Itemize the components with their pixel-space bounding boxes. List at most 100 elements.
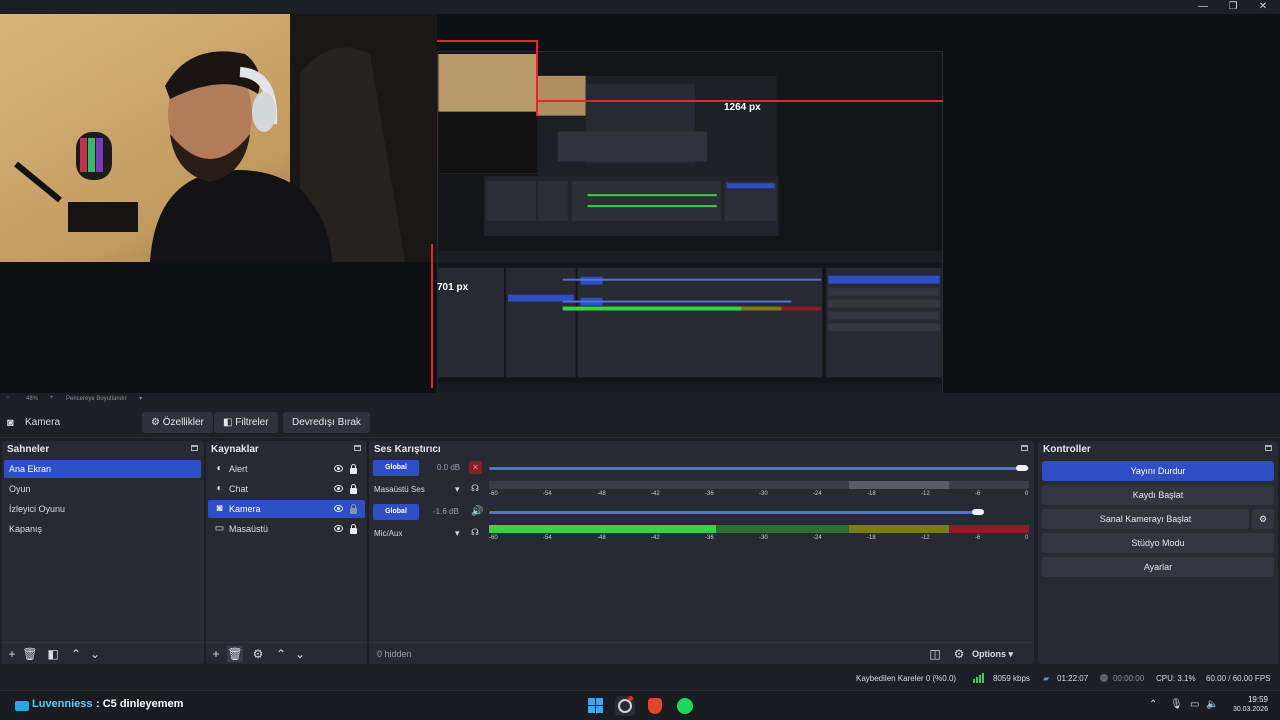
volume-slider[interactable] [489, 467, 1029, 470]
undock-icon[interactable] [354, 445, 361, 451]
undock-icon[interactable] [191, 445, 198, 451]
layout-toggle-icon[interactable]: ◫ [927, 646, 943, 662]
filter-icon[interactable]: ◧ [45, 646, 61, 662]
global-button[interactable]: Global [373, 504, 419, 520]
lock-icon[interactable] [350, 484, 357, 494]
virtual-camera-button[interactable]: Sanal Kamerayı Başlat [1042, 509, 1249, 529]
close-icon[interactable]: ✕ [1248, 0, 1278, 14]
record-time: 00:00:00 [1113, 674, 1145, 683]
move-up-icon[interactable]: ⌃ [273, 646, 289, 662]
properties-button[interactable]: ⚙ Özellikler [142, 412, 213, 433]
clock-time[interactable]: 19:59 [1236, 695, 1268, 704]
brave-browser-icon[interactable] [645, 696, 665, 716]
sources-footer: + 🗑 ⚙ ⌃ ⌄ [206, 642, 367, 664]
advanced-audio-icon[interactable]: ⚙ [951, 646, 967, 662]
move-up-icon[interactable]: ⌃ [68, 646, 84, 662]
settings-button[interactable]: Ayarlar [1042, 557, 1274, 577]
measure-label-horizontal: 1264 px [724, 102, 761, 113]
lock-icon[interactable] [350, 504, 357, 514]
lock-icon[interactable] [350, 464, 357, 474]
global-button[interactable]: Global [373, 460, 419, 476]
speaker-icon[interactable]: 🔊 [471, 506, 483, 517]
volume-slider-handle[interactable] [1016, 465, 1028, 471]
controls-dock: Kontroller Yayını Durdur Kaydı Başlat Sa… [1038, 441, 1278, 664]
add-source-icon[interactable]: + [208, 646, 224, 662]
window-titlebar: — ❐ ✕ [0, 0, 1280, 14]
monitor-icon: ▭ [214, 523, 225, 534]
start-recording-button[interactable]: Kaydı Başlat [1042, 485, 1274, 505]
options-dropdown[interactable]: Options ▾ [972, 646, 1030, 662]
windows-start-icon[interactable] [586, 696, 606, 716]
volume-slider-handle[interactable] [972, 509, 984, 515]
minimize-icon[interactable]: — [1188, 0, 1218, 14]
visibility-eye-icon[interactable] [334, 465, 343, 472]
meter-scale: -60 -54 -48 -42 -36 -30 -24 -18 -12 -6 0 [489, 535, 1029, 541]
add-scene-icon[interactable]: + [4, 646, 20, 662]
mixer-title: Ses Karıştırıcı [374, 444, 441, 455]
channel-db: -1.6 dB [433, 507, 459, 516]
spotify-icon[interactable] [675, 696, 695, 716]
move-down-icon[interactable]: ⌄ [87, 646, 103, 662]
preview-canvas[interactable]: 1264 px 701 px [0, 14, 1280, 402]
trash-icon[interactable]: 🗑 [227, 646, 243, 662]
scenes-title: Sahneler [7, 444, 50, 455]
chevron-down-icon[interactable]: ▾ [139, 395, 142, 402]
studio-mode-button[interactable]: Stüdyo Modu [1042, 533, 1274, 553]
microphone-icon[interactable]: 🎙 [1170, 699, 1183, 710]
zoom-level: 48% [26, 396, 39, 402]
bounding-box-top [437, 40, 537, 42]
sources-title: Kaynaklar [211, 444, 259, 455]
cpu-usage: CPU: 3.1% [1156, 674, 1196, 683]
muted-speaker-icon[interactable]: ✕ [469, 461, 482, 474]
trash-icon[interactable]: 🗑 [22, 646, 38, 662]
dropped-frames: Kaybedilen Kareler 0 (%0.0) [856, 674, 957, 683]
channel-name: Mic/Aux [374, 529, 403, 538]
network-icon[interactable]: ▭ [1190, 699, 1199, 710]
stop-stream-button[interactable]: Yayını Durdur [1042, 461, 1274, 481]
chevron-down-icon[interactable]: ▾ [455, 528, 460, 539]
maximize-icon[interactable]: ❐ [1218, 0, 1248, 14]
fit-window-label[interactable]: Pencereye Boyutlandır [66, 396, 127, 402]
windows-taskbar: Luvenniess : C5 dinleyemem ⌃ 🎙 ▭ 🔈 19:59… [0, 690, 1280, 720]
source-item-masaustu[interactable]: ▭ Masaüstü [208, 520, 365, 538]
lock-icon[interactable] [350, 524, 357, 534]
bounding-box-right [536, 40, 538, 116]
undock-icon[interactable] [1021, 445, 1028, 451]
filters-button[interactable]: ◧ Filtreler [214, 412, 278, 433]
measure-line-vertical [431, 244, 433, 388]
gear-icon[interactable]: ⚙ [250, 646, 266, 662]
chevron-up-icon[interactable]: ⌃ [1149, 699, 1157, 710]
scene-item-izleyici-oyunu[interactable]: İzleyici Oyunu [4, 500, 201, 518]
undock-icon[interactable] [1265, 445, 1272, 451]
move-down-icon[interactable]: ⌄ [292, 646, 308, 662]
scene-item-ana-ekran[interactable]: Ana Ekran [4, 460, 201, 478]
source-item-alert[interactable]: ◐ Alert [208, 460, 365, 478]
speaker-icon[interactable]: 🔈 [1206, 699, 1218, 710]
zoom-bar: − 48% + Pencereye Boyutlandır ▾ [0, 393, 1280, 406]
obs-icon[interactable] [615, 696, 635, 716]
scene-item-kapanis[interactable]: Kapanış [4, 520, 201, 538]
clock-date[interactable]: 30.03.2026 [1226, 706, 1268, 713]
visibility-eye-icon[interactable] [334, 485, 343, 492]
hidden-count: 0 hidden [377, 649, 412, 659]
zoom-in-icon[interactable]: + [50, 395, 54, 401]
source-item-kamera[interactable]: ◙ Kamera [208, 500, 365, 518]
channel-name: Luvenniess [32, 698, 93, 710]
headphones-icon[interactable]: ☊ [471, 483, 479, 494]
visibility-eye-icon[interactable] [334, 525, 343, 532]
browser-icon: ◐ [216, 463, 223, 474]
chevron-down-icon[interactable]: ▾ [455, 484, 460, 495]
camera-icon: ◙ [216, 503, 223, 514]
scene-item-oyun[interactable]: Oyun [4, 480, 201, 498]
headphones-icon[interactable]: ☊ [471, 527, 479, 538]
record-icon [1100, 674, 1108, 682]
volume-slider[interactable] [489, 511, 979, 514]
source-item-chat[interactable]: ◐ Chat [208, 480, 365, 498]
measure-label-vertical: 701 px [437, 282, 469, 293]
zoom-out-icon[interactable]: − [6, 395, 10, 401]
visibility-eye-icon[interactable] [334, 505, 343, 512]
browser-icon: ◐ [216, 483, 223, 494]
deactivate-button[interactable]: Devredışı Bırak [283, 412, 370, 433]
status-bar: Kaybedilen Kareler 0 (%0.0) 8059 kbps ▰ … [0, 666, 1280, 690]
gear-icon[interactable]: ⚙ [1252, 509, 1274, 529]
